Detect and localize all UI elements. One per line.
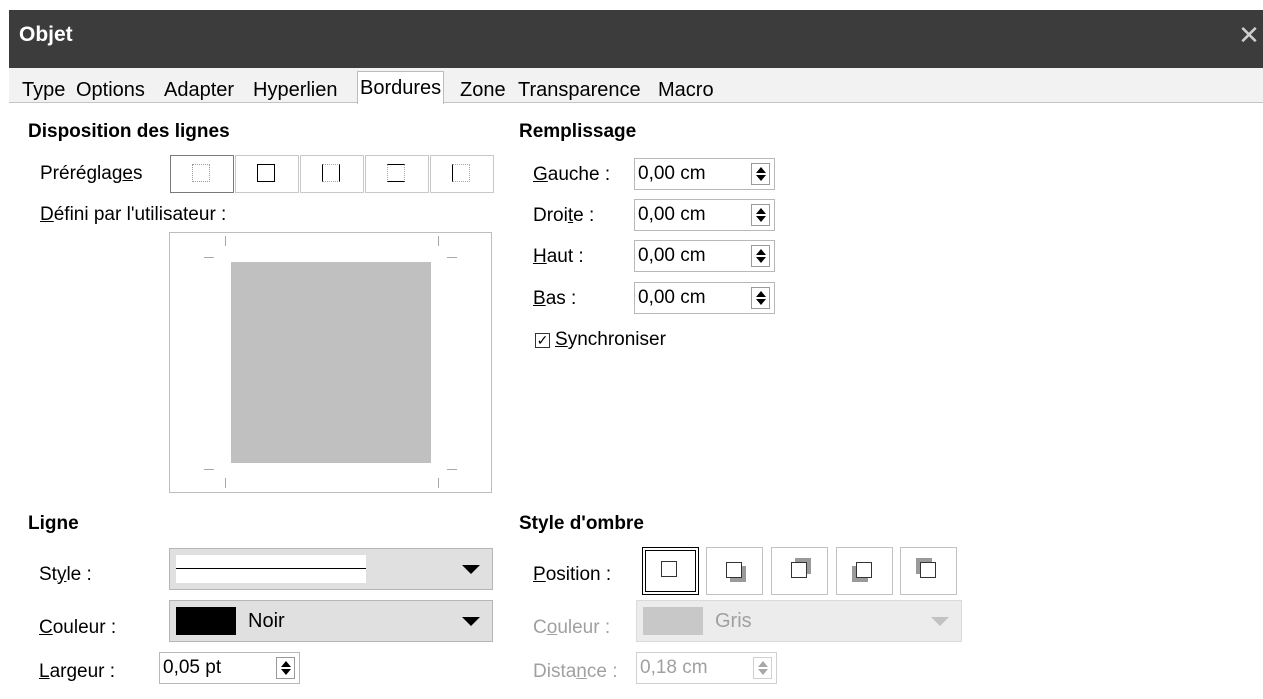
left-border-icon	[452, 164, 470, 182]
shadow-distance-spinbox[interactable]: 0,18 cm	[636, 652, 777, 684]
shadow-position-label: Position :	[533, 564, 612, 585]
shadow-bottom-right-button[interactable]	[706, 547, 763, 595]
close-icon[interactable]: ✕	[1235, 18, 1263, 52]
corner-marker	[204, 469, 214, 470]
tab-options[interactable]: Options	[74, 77, 147, 103]
line-style-preview	[176, 555, 366, 583]
tab-hyperlien[interactable]: Hyperlien	[251, 77, 339, 103]
shadow-top-right-button[interactable]	[771, 547, 828, 595]
padding-left-label: Gauche :	[533, 164, 611, 185]
padding-top-value: 0,00 cm	[638, 245, 706, 266]
corner-marker	[447, 469, 457, 470]
no-shadow-icon	[661, 561, 677, 577]
tab-transparence[interactable]: Transparence	[516, 77, 643, 103]
spin-buttons-icon[interactable]	[751, 163, 770, 185]
spin-buttons-icon[interactable]	[751, 204, 770, 226]
border-preview[interactable]	[169, 232, 492, 493]
line-heading: Ligne	[28, 513, 79, 534]
padding-heading: Remplissage	[519, 121, 637, 142]
line-style-label: Style :	[39, 564, 92, 585]
shadow-distance-label: Distance :	[533, 661, 618, 682]
shadow-bottom-right-icon	[726, 562, 742, 578]
preview-fill	[231, 262, 431, 463]
line-width-spinbox[interactable]: 0,05 pt	[159, 652, 300, 684]
line-color-dropdown[interactable]: Noir	[169, 600, 493, 642]
corner-marker	[447, 257, 457, 258]
padding-top-spinbox[interactable]: 0,00 cm	[634, 240, 775, 272]
shadow-heading: Style d'ombre	[519, 513, 644, 534]
outer-border-icon	[257, 164, 275, 182]
tab-bordures[interactable]: Bordures	[357, 71, 445, 104]
color-swatch	[176, 607, 236, 635]
padding-left-spinbox[interactable]: 0,00 cm	[634, 158, 775, 190]
presets-label: Préréglages	[40, 163, 143, 184]
tab-adapter[interactable]: Adapter	[162, 77, 236, 103]
shadow-color-value: Gris	[715, 610, 752, 632]
padding-top-label: Haut :	[533, 246, 584, 267]
line-style-dropdown[interactable]	[169, 548, 493, 590]
tab-type[interactable]: Type	[20, 77, 67, 103]
preset-outer-border[interactable]	[235, 155, 299, 193]
spin-buttons-icon[interactable]	[751, 245, 770, 267]
dropdown-arrow-icon	[462, 565, 480, 574]
synchronize-checkbox[interactable]: ✓	[535, 333, 550, 348]
padding-bottom-value: 0,00 cm	[638, 287, 706, 308]
preset-no-borders[interactable]	[170, 155, 234, 193]
user-defined-label: Défini par l'utilisateur :	[40, 204, 227, 225]
spin-buttons-icon[interactable]	[753, 657, 772, 679]
shadow-top-left-button[interactable]	[900, 547, 957, 595]
synchronize-label: Synchroniser	[555, 329, 666, 350]
shadow-none-button[interactable]	[642, 547, 699, 595]
line-color-label: Couleur :	[39, 617, 117, 638]
corner-marker	[225, 478, 226, 488]
color-swatch	[643, 607, 703, 635]
spin-buttons-icon[interactable]	[751, 287, 770, 309]
tab-macro[interactable]: Macro	[656, 77, 716, 103]
preset-left-right-border[interactable]	[300, 155, 364, 193]
spin-buttons-icon[interactable]	[276, 657, 295, 679]
window-title: Objet	[19, 23, 73, 46]
shadow-color-dropdown[interactable]: Gris	[636, 600, 962, 642]
padding-bottom-spinbox[interactable]: 0,00 cm	[634, 282, 775, 314]
preset-top-bottom-border[interactable]	[365, 155, 429, 193]
corner-marker	[438, 236, 439, 246]
shadow-top-left-icon	[920, 562, 936, 578]
dropdown-arrow-icon	[462, 617, 480, 626]
preset-left-border[interactable]	[430, 155, 494, 193]
padding-right-spinbox[interactable]: 0,00 cm	[634, 199, 775, 231]
line-width-value: 0,05 pt	[163, 657, 222, 678]
padding-right-label: Droite :	[533, 205, 595, 226]
line-width-label: Largeur :	[39, 661, 116, 682]
shadow-top-right-icon	[791, 562, 807, 578]
padding-bottom-label: Bas :	[533, 288, 577, 309]
corner-marker	[204, 257, 214, 258]
line-arrangement-heading: Disposition des lignes	[28, 121, 230, 142]
top-bottom-border-icon	[387, 164, 405, 182]
line-color-value: Noir	[248, 610, 285, 632]
dropdown-arrow-icon	[931, 617, 949, 626]
presets-group	[170, 155, 494, 193]
left-right-border-icon	[322, 164, 340, 182]
shadow-bottom-left-button[interactable]	[836, 547, 893, 595]
padding-right-value: 0,00 cm	[638, 204, 706, 225]
shadow-bottom-left-icon	[856, 562, 872, 578]
padding-left-value: 0,00 cm	[638, 163, 706, 184]
shadow-color-label: Couleur :	[533, 617, 611, 638]
corner-marker	[438, 478, 439, 488]
title-bar: Objet ✕	[9, 10, 1263, 68]
shadow-distance-value: 0,18 cm	[640, 657, 708, 678]
no-borders-icon	[192, 164, 210, 182]
tab-zone[interactable]: Zone	[458, 77, 508, 103]
corner-marker	[225, 236, 226, 246]
